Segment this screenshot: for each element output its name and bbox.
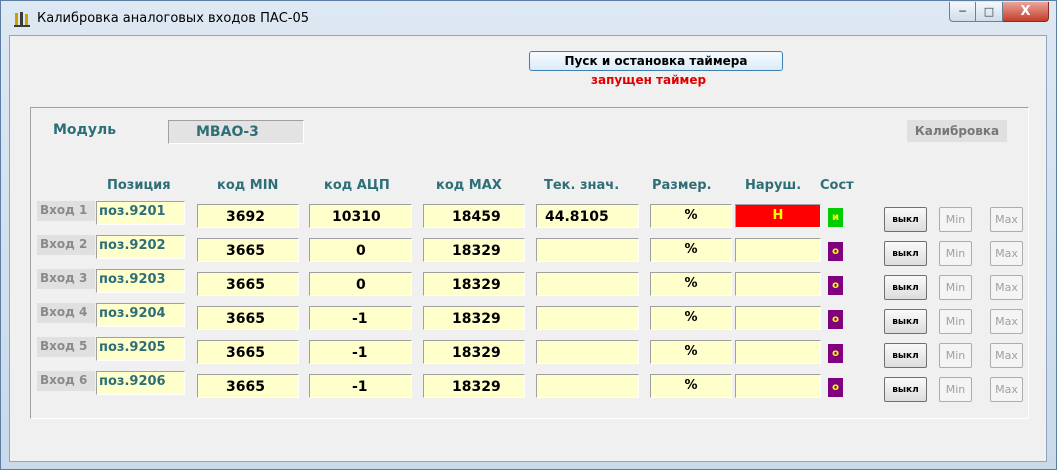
code-adc-field[interactable]: -1: [309, 306, 412, 330]
code-adc-field[interactable]: 0: [309, 272, 412, 296]
input-label: Вход 2: [37, 235, 95, 255]
off-button[interactable]: выкл: [884, 275, 927, 300]
code-max-field[interactable]: 18329: [423, 374, 525, 398]
max-button[interactable]: Max: [990, 377, 1023, 402]
title-bar: Калибровка аналоговых входов ПАС-05 ─ □ …: [1, 1, 1056, 35]
code-min-field[interactable]: 3665: [197, 340, 299, 364]
violation-indicator: [735, 340, 821, 364]
max-button[interactable]: Max: [990, 275, 1023, 300]
code-adc-field[interactable]: -1: [309, 340, 412, 364]
unit-field[interactable]: %: [650, 306, 732, 330]
state-indicator: о: [828, 344, 843, 363]
minimize-button[interactable]: ─: [949, 2, 976, 22]
input-label: Вход 3: [37, 269, 95, 289]
violation-indicator: [735, 272, 821, 296]
current-value-field[interactable]: 44.8105: [536, 204, 639, 228]
current-value-field[interactable]: [536, 238, 639, 262]
max-button[interactable]: Max: [990, 309, 1023, 334]
min-button[interactable]: Min: [939, 275, 972, 300]
code-adc-field[interactable]: 10310: [309, 204, 412, 228]
state-indicator: о: [828, 276, 843, 295]
code-adc-field[interactable]: 0: [309, 238, 412, 262]
position-field[interactable]: поз.9201: [96, 201, 185, 225]
position-field[interactable]: поз.9206: [96, 371, 185, 395]
unit-field[interactable]: %: [650, 204, 732, 228]
min-button[interactable]: Min: [939, 309, 972, 334]
header-position: Позиция: [107, 178, 171, 193]
code-max-field[interactable]: 18329: [423, 272, 525, 296]
code-min-field[interactable]: 3665: [197, 238, 299, 262]
violation-indicator: [735, 238, 821, 262]
unit-field[interactable]: %: [650, 238, 732, 262]
code-min-field[interactable]: 3665: [197, 272, 299, 296]
current-value-field[interactable]: [536, 374, 639, 398]
off-button[interactable]: выкл: [884, 343, 927, 368]
calibration-label: Калибровка: [907, 120, 1007, 142]
position-field[interactable]: поз.9205: [96, 337, 185, 361]
code-max-field[interactable]: 18459: [423, 204, 525, 228]
start-stop-timer-button[interactable]: Пуск и остановка таймера: [529, 51, 783, 71]
header-current-value: Тек. знач.: [544, 178, 620, 193]
window-title: Калибровка аналоговых входов ПАС-05: [37, 11, 310, 26]
max-button[interactable]: Max: [990, 241, 1023, 266]
min-button[interactable]: Min: [939, 241, 972, 266]
close-button[interactable]: X: [1003, 2, 1049, 22]
code-adc-field[interactable]: -1: [309, 374, 412, 398]
calibration-window: Калибровка аналоговых входов ПАС-05 ─ □ …: [0, 0, 1057, 470]
code-min-field[interactable]: 3692: [197, 204, 299, 228]
header-violation: Наруш.: [745, 178, 802, 193]
client-area: Пуск и остановка таймера запущен таймер …: [9, 35, 1047, 462]
header-state: Сост: [820, 178, 854, 193]
code-max-field[interactable]: 18329: [423, 238, 525, 262]
off-button[interactable]: выкл: [884, 241, 927, 266]
position-field[interactable]: поз.9204: [96, 303, 185, 327]
state-indicator: и: [828, 208, 843, 227]
min-button[interactable]: Min: [939, 343, 972, 368]
code-min-field[interactable]: 3665: [197, 306, 299, 330]
header-code-adc: код АЦП: [324, 178, 390, 193]
input-label: Вход 6: [37, 371, 95, 391]
violation-indicator: [735, 306, 821, 330]
maximize-button[interactable]: □: [976, 2, 1003, 22]
header-unit: Размер.: [652, 178, 712, 193]
current-value-field[interactable]: [536, 306, 639, 330]
app-icon: [14, 12, 30, 27]
min-button[interactable]: Min: [939, 207, 972, 232]
current-value-field[interactable]: [536, 340, 639, 364]
min-button[interactable]: Min: [939, 377, 972, 402]
module-label: Модуль: [53, 122, 117, 138]
violation-indicator: [735, 374, 821, 398]
off-button[interactable]: выкл: [884, 309, 927, 334]
state-indicator: о: [828, 242, 843, 261]
module-value: МВАО-3: [168, 120, 304, 144]
off-button[interactable]: выкл: [884, 377, 927, 402]
position-field[interactable]: поз.9202: [96, 235, 185, 259]
max-button[interactable]: Max: [990, 343, 1023, 368]
header-code-max: код MAX: [436, 178, 502, 193]
input-label: Вход 5: [37, 337, 95, 357]
timer-status: запущен таймер: [591, 73, 707, 87]
unit-field[interactable]: %: [650, 374, 732, 398]
code-max-field[interactable]: 18329: [423, 340, 525, 364]
max-button[interactable]: Max: [990, 207, 1023, 232]
input-label: Вход 4: [37, 303, 95, 323]
off-button[interactable]: выкл: [884, 207, 927, 232]
input-label: Вход 1: [37, 201, 95, 221]
state-indicator: о: [828, 378, 843, 397]
current-value-field[interactable]: [536, 272, 639, 296]
unit-field[interactable]: %: [650, 272, 732, 296]
code-max-field[interactable]: 18329: [423, 306, 525, 330]
state-indicator: о: [828, 310, 843, 329]
code-min-field[interactable]: 3665: [197, 374, 299, 398]
header-code-min: код MIN: [217, 178, 279, 193]
unit-field[interactable]: %: [650, 340, 732, 364]
position-field[interactable]: поз.9203: [96, 269, 185, 293]
violation-indicator: Н: [735, 204, 821, 228]
